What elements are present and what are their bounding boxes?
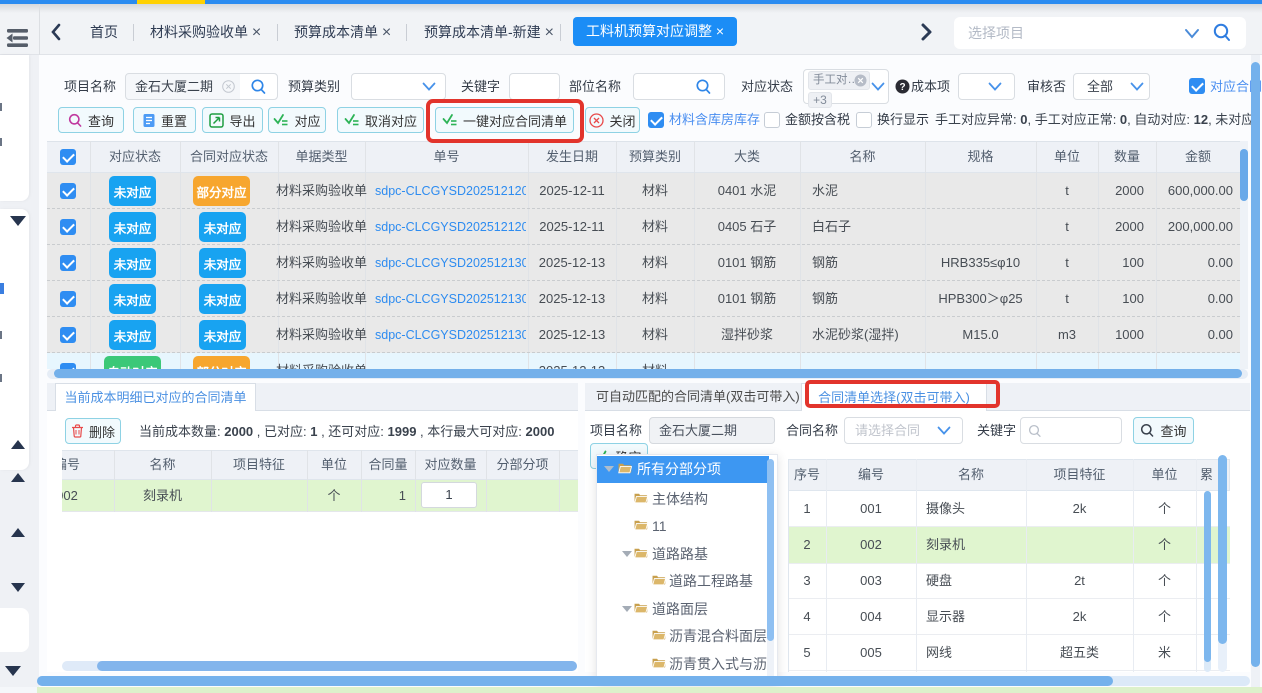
svg-text:?: ? <box>899 82 905 93</box>
